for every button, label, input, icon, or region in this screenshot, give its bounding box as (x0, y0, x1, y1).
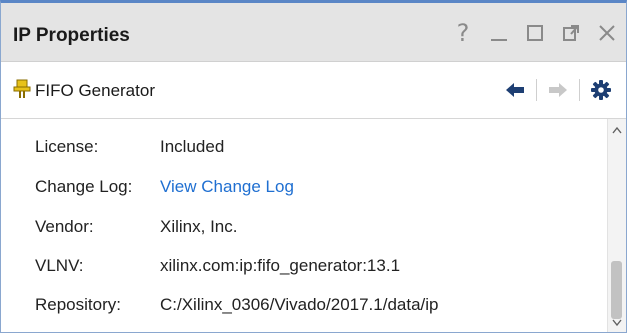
arrow-left-icon (506, 83, 524, 97)
maximize-icon[interactable] (524, 21, 546, 45)
ip-toolbar: FIFO Generator (1, 62, 626, 119)
scroll-up-button[interactable] (608, 121, 626, 139)
ip-core-icon (13, 79, 31, 101)
property-label: Vendor: (35, 217, 94, 236)
nav-controls (500, 77, 616, 103)
property-value: xilinx.com:ip:fifo_generator:13.1 (160, 256, 401, 275)
close-icon[interactable] (596, 21, 618, 45)
help-glyph: ? (456, 19, 470, 47)
panel-title: IP Properties (13, 25, 130, 46)
forward-button[interactable] (543, 77, 573, 103)
chevron-up-icon (612, 126, 622, 134)
float-icon[interactable] (560, 21, 582, 45)
ip-name: FIFO Generator (35, 81, 155, 100)
property-label: Change Log: (35, 177, 133, 196)
property-label: Repository: (35, 295, 121, 314)
back-button[interactable] (500, 77, 530, 103)
panel-titlebar: IP Properties ? (1, 3, 626, 62)
ip-properties-panel: IP Properties ? FIFO Generator License: … (0, 0, 627, 333)
property-value: Included (160, 137, 225, 156)
property-value: Xilinx, Inc. (160, 217, 238, 236)
scrollbar-thumb[interactable] (611, 261, 622, 319)
view-change-log-link[interactable]: View Change Log (160, 177, 294, 197)
property-label: VLNV: (35, 256, 84, 275)
property-value: C:/Xilinx_0306/Vivado/2017.1/data/ip (160, 295, 439, 314)
nav-divider (579, 79, 580, 101)
property-label: License: (35, 137, 99, 156)
arrow-right-icon (549, 83, 567, 97)
properties-content: License: Included Change Log: View Chang… (1, 119, 626, 332)
gear-icon (591, 80, 611, 100)
help-icon[interactable]: ? (452, 19, 474, 47)
nav-divider (536, 79, 537, 101)
settings-button[interactable] (586, 77, 616, 103)
vertical-scrollbar[interactable] (607, 119, 626, 332)
window-controls: ? (452, 19, 618, 47)
minimize-icon[interactable] (488, 21, 510, 45)
scroll-down-button[interactable] (608, 314, 626, 332)
chevron-down-icon (612, 319, 622, 327)
